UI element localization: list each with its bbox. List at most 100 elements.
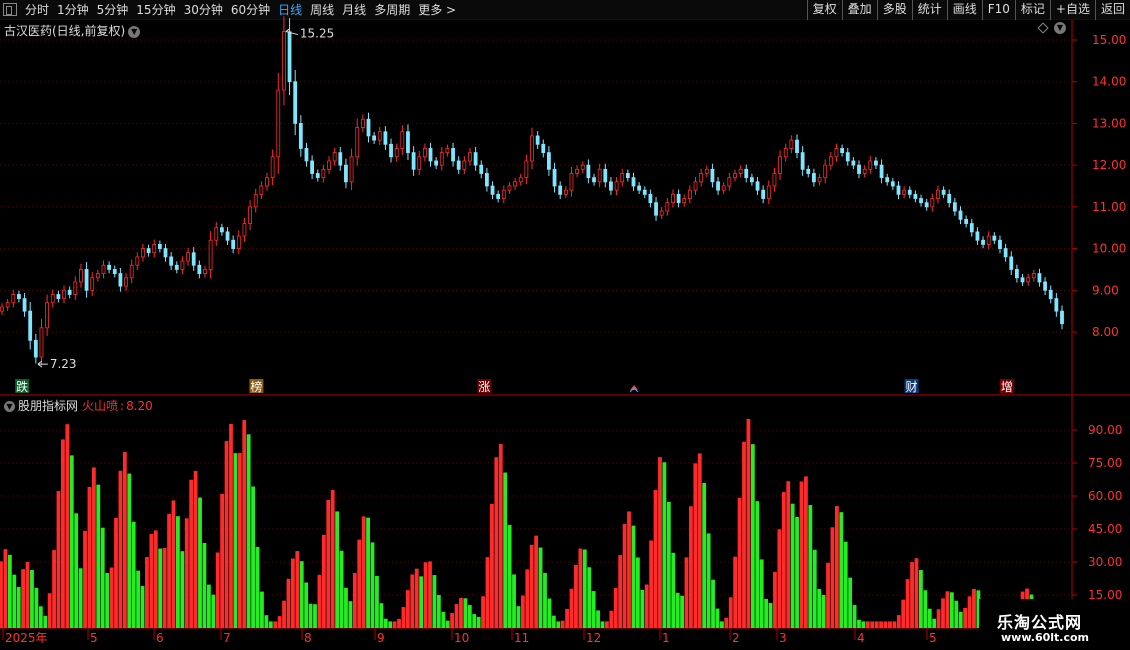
candle-body-13 <box>73 281 78 295</box>
period-tab-10[interactable]: 更多 > <box>418 0 456 20</box>
candle-body-38 <box>214 227 219 241</box>
candle-body-93 <box>524 160 529 179</box>
candle-body-33 <box>186 252 190 262</box>
panel-menu-icon[interactable]: ▼ <box>1054 22 1066 34</box>
ind-bar-123 <box>543 573 547 628</box>
candle-body-67 <box>377 131 382 141</box>
xaxis-label-13: 5 <box>929 631 937 645</box>
candle-body-31 <box>174 264 179 270</box>
ind-bar-106 <box>467 605 472 628</box>
stock-chart[interactable]: 8.009.0010.0011.0012.0013.0014.0015.0015… <box>0 0 1130 650</box>
ind-bar-1 <box>3 549 8 628</box>
candle-body-7 <box>39 327 44 358</box>
tool-button-0[interactable]: 复权 <box>806 0 842 20</box>
tool-button-8[interactable]: 返回 <box>1094 0 1130 20</box>
period-tab-6[interactable]: 日线 <box>278 0 302 20</box>
period-tab-0[interactable]: 分时 <box>25 0 49 20</box>
candle-body-83 <box>468 152 472 162</box>
ind-bar-120 <box>529 544 534 628</box>
ind-bar-116 <box>512 574 516 628</box>
tool-button-2[interactable]: 多股 <box>876 0 912 20</box>
ind-bar-93 <box>410 574 415 628</box>
candle-body-37 <box>208 239 213 270</box>
candle-body-169 <box>952 202 957 212</box>
ind-bar-13 <box>56 491 61 628</box>
tool-button-3[interactable]: 统计 <box>911 0 947 20</box>
tool-button-4[interactable]: 画线 <box>946 0 982 20</box>
ind-bar-70 <box>308 603 313 628</box>
candle-body-176 <box>992 235 997 241</box>
ind-bar-30 <box>131 521 136 628</box>
ind-bar-150 <box>662 462 667 628</box>
diamond-icon[interactable] <box>1037 22 1049 34</box>
ind-bar-219 <box>967 596 972 628</box>
candle-body-26 <box>146 248 151 254</box>
ind-bar-134 <box>591 591 596 628</box>
ind-bar-121 <box>534 535 539 628</box>
candle-body-66 <box>372 135 377 141</box>
candle-body-3 <box>17 294 21 300</box>
candle-body-59 <box>332 152 337 162</box>
ind-bar-131 <box>578 548 583 628</box>
ind-bar-62 <box>273 621 278 628</box>
candle-body-100 <box>563 189 568 195</box>
period-tab-9[interactable]: 多周期 <box>374 0 410 20</box>
period-tab-3[interactable]: 15分钟 <box>136 0 175 20</box>
period-tab-1[interactable]: 1分钟 <box>57 0 89 20</box>
tool-button-1[interactable]: 叠加 <box>841 0 877 20</box>
candle-body-5 <box>28 310 33 341</box>
tool-buttons: 复权 叠加 多股 统计 画线 F10 标记 +自选 返回 <box>806 0 1130 20</box>
period-tab-4[interactable]: 30分钟 <box>184 0 223 20</box>
candle-body-36 <box>203 269 207 274</box>
period-tab-8[interactable]: 月线 <box>342 0 366 20</box>
ind-bar-136 <box>600 621 605 628</box>
ind-bar-201 <box>888 621 892 628</box>
watermark-title: 乐淘公式网 <box>997 613 1083 632</box>
ind-bar-125 <box>551 615 556 628</box>
ind-bar-193 <box>852 604 857 628</box>
candle-body-175 <box>986 235 991 245</box>
candle-body-82 <box>462 160 467 170</box>
chevron-down-icon[interactable]: ▼ <box>4 401 15 412</box>
candle-body-125 <box>704 168 709 174</box>
ind-bar-17 <box>74 513 79 628</box>
candle-body-118 <box>665 202 670 212</box>
candle-body-24 <box>135 256 140 266</box>
chevron-down-icon[interactable]: ▼ <box>128 25 141 38</box>
ind-bar-128 <box>565 608 569 628</box>
window-layout-icon[interactable] <box>3 3 17 16</box>
tool-button-7[interactable]: +自选 <box>1049 0 1095 20</box>
tool-button-5[interactable]: F10 <box>981 0 1015 20</box>
candle-body-17 <box>95 273 100 279</box>
ind-bar-137 <box>604 621 609 628</box>
ind-bar-185 <box>817 588 822 628</box>
candle-body-46 <box>259 185 264 195</box>
tool-button-6[interactable]: 标记 <box>1014 0 1050 20</box>
candle-body-180 <box>1014 269 1019 279</box>
ind-bar-41 <box>180 551 185 628</box>
period-tab-5[interactable]: 60分钟 <box>231 0 270 20</box>
candle-body-92 <box>518 177 523 183</box>
ind-bar-115 <box>507 524 512 628</box>
period-tab-7[interactable]: 周线 <box>310 0 334 20</box>
ind-bar-46 <box>202 543 207 628</box>
ind-bar-2 <box>7 554 12 628</box>
ind-bar-180 <box>795 516 799 628</box>
ind-bar-102 <box>450 613 455 628</box>
ind-bar-67 <box>295 551 300 628</box>
candle-body-90 <box>507 185 512 191</box>
candle-body-150 <box>845 152 850 162</box>
ind-bar-165 <box>728 597 733 628</box>
candle-body-108 <box>609 181 613 191</box>
ind-bar-216 <box>954 600 959 628</box>
ind-tick-label-4: 75.00 <box>1088 456 1122 470</box>
period-tab-2[interactable]: 5分钟 <box>97 0 129 20</box>
ind-bar-203 <box>896 615 901 628</box>
indicator-title[interactable]: ▼ 股朋指标网 火山喷:8.20 <box>4 397 153 414</box>
ind-bar-69 <box>304 582 309 628</box>
candle-body-168 <box>947 193 952 204</box>
ind-bar-14 <box>61 439 65 628</box>
ind-bar-33 <box>145 557 149 628</box>
stock-title[interactable]: 古汉医药(日线,前复权) ▼ <box>4 22 141 39</box>
ind-bar-90 <box>397 618 401 628</box>
